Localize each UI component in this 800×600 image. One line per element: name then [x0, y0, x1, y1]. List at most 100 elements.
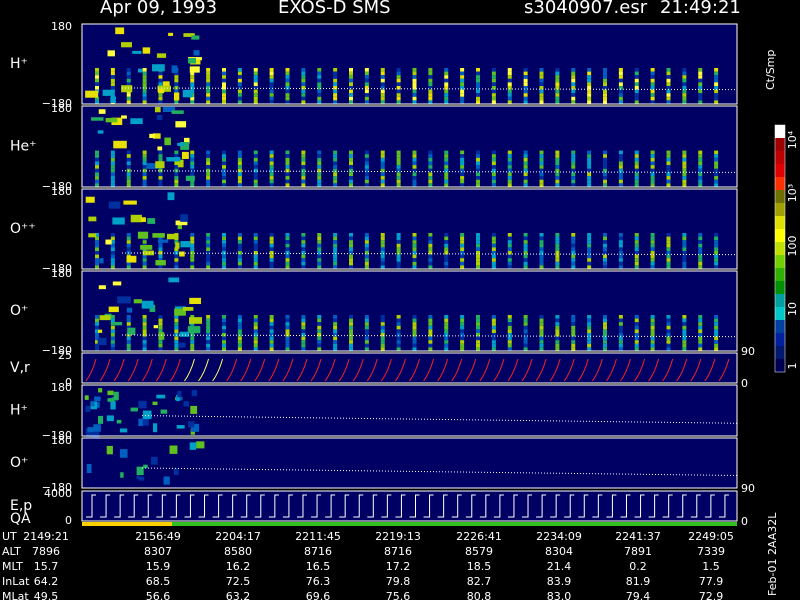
spectrogram-cell: [396, 82, 401, 86]
spectrogram-cell: [507, 157, 512, 162]
spectrogram-cell: [714, 236, 719, 241]
footer-value: 79.8: [386, 575, 411, 588]
spectrogram-cell: [174, 261, 179, 266]
spectrogram-cell: [396, 176, 401, 180]
spectrogram-cell: [285, 322, 290, 326]
spectrogram-cell: [253, 347, 258, 351]
spectrogram-cell: [460, 261, 465, 266]
spectrogram-cell: [682, 343, 687, 348]
spectrogram-cell: [682, 322, 687, 326]
spectrogram-cell: [603, 93, 607, 97]
panel-5: [81, 352, 738, 384]
spectrogram-chart: 180−180H⁺180−180He⁺180−180O⁺⁺180−180O⁺25…: [2, 20, 799, 600]
spectrogram-cell: [364, 322, 369, 326]
spectrogram-cell: [476, 179, 480, 184]
panel-6: [81, 384, 738, 438]
spectrogram-cell: [253, 165, 258, 169]
spectrogram-cell: [444, 340, 449, 344]
spectrogram-cell: [523, 315, 528, 319]
spectrogram-cell: [412, 96, 417, 101]
spectrogram-cell: [349, 240, 353, 244]
spectrogram-cell: [698, 343, 703, 348]
spectrogram-cell: [97, 337, 107, 346]
spectrogram-cell: [571, 168, 576, 173]
spectrogram-cell: [491, 176, 496, 180]
spectrogram-cell: [222, 322, 226, 326]
spectrogram-cell: [190, 343, 195, 348]
footer-row-label: MLat: [2, 590, 29, 600]
spectrogram-cell: [571, 161, 576, 166]
spectrogram-cell: [349, 93, 353, 97]
spectrogram-cell: [682, 71, 687, 76]
spectrogram-cell: [285, 150, 290, 155]
spectrogram-cell: [269, 172, 274, 177]
spectrogram-cell: [237, 68, 242, 72]
spectrogram-cell: [187, 58, 196, 64]
spectrogram-cell: [253, 236, 258, 241]
spectrogram-cell: [349, 150, 353, 155]
spectrogram-cell: [523, 318, 528, 323]
spectrogram-cell: [152, 233, 165, 238]
spectrogram-cell: [95, 243, 99, 248]
spectrogram-cell: [666, 75, 671, 79]
spectrogram-cell: [333, 261, 338, 266]
spectrogram-cell: [698, 340, 703, 344]
spectrogram-cell: [253, 333, 258, 337]
spectrogram-cell: [107, 398, 115, 402]
spectrogram-cell: [95, 168, 99, 173]
spectrogram-cell: [317, 333, 322, 337]
spectrogram-cell: [682, 100, 687, 104]
spectrogram-cell: [158, 347, 163, 351]
spectrogram-cell: [269, 265, 274, 269]
spectrogram-cell: [539, 258, 544, 262]
spectrogram-cell: [110, 329, 115, 333]
spectrogram-cell: [618, 258, 623, 262]
spectrogram-cell: [523, 161, 528, 166]
spectrogram-cell: [110, 251, 115, 255]
spectrogram-cell: [193, 50, 200, 56]
right-tick-bottom: 90: [741, 482, 755, 495]
spectrogram-cell: [317, 318, 322, 323]
spectrogram-cell: [428, 183, 433, 187]
spectrogram-cell: [698, 93, 703, 97]
spectrogram-cell: [412, 157, 417, 162]
spectrogram-cell: [523, 236, 528, 241]
spectrogram-cell: [476, 154, 480, 158]
colorbar-segment: [775, 320, 785, 334]
qa-bar: [82, 522, 172, 526]
spectrogram-cell: [571, 254, 576, 259]
spectrogram-cell: [285, 168, 290, 173]
spectrogram-cell: [147, 218, 156, 224]
y-tick-top: 180: [51, 185, 72, 198]
spectrogram-cell: [126, 165, 131, 169]
spectrogram-cell: [380, 86, 385, 90]
panel-label: H⁺: [10, 403, 28, 419]
spectrogram-cell: [650, 71, 655, 76]
spectrogram-cell: [285, 258, 290, 262]
spectrogram-cell: [491, 315, 496, 319]
spectrogram-cell: [523, 82, 528, 86]
spectrogram-cell: [650, 68, 655, 72]
spectrogram-cell: [507, 325, 512, 330]
spectrogram-cell: [206, 261, 211, 266]
spectrogram-cell: [364, 150, 369, 155]
spectrogram-cell: [428, 329, 433, 333]
spectrogram-cell: [539, 89, 544, 94]
spectrogram-cell: [539, 236, 544, 241]
spectrogram-cell: [269, 318, 274, 323]
spectrogram-cell: [189, 66, 200, 73]
spectrogram-cell: [444, 258, 449, 262]
spectrogram-cell: [253, 261, 258, 266]
footer-value: 17.2: [386, 560, 411, 573]
spectrogram-cell: [476, 265, 480, 269]
spectrogram-cell: [507, 78, 512, 83]
spectrogram-cell: [682, 157, 687, 162]
spectrogram-cell: [98, 109, 106, 114]
spectrogram-cell: [539, 261, 544, 266]
spectrogram-cell: [618, 243, 623, 248]
spectrogram-cell: [523, 240, 528, 244]
spectrogram-cell: [158, 325, 163, 330]
spectrogram-cell: [380, 179, 385, 184]
spectrogram-cell: [317, 254, 322, 259]
spectrogram-cell: [539, 240, 544, 244]
